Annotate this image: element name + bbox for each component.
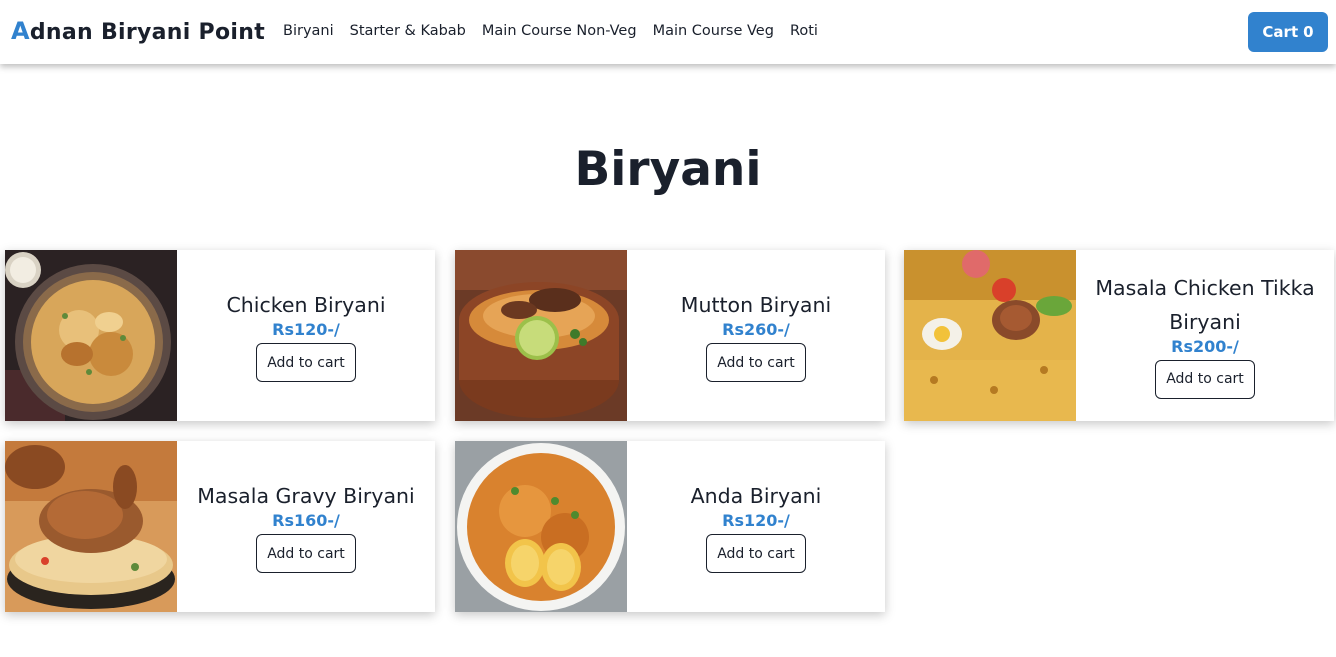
food-image bbox=[455, 250, 627, 421]
add-to-cart-button[interactable]: Add to cart bbox=[1155, 359, 1255, 399]
card-info: Mutton Biryani Rs260-/ Add to cart bbox=[627, 250, 885, 421]
brand-initial: A bbox=[11, 17, 30, 45]
food-image bbox=[904, 250, 1076, 421]
item-name: Masala Gravy Biryani bbox=[197, 483, 415, 508]
add-to-cart-button[interactable]: Add to cart bbox=[256, 534, 356, 574]
food-image bbox=[5, 441, 177, 612]
cart-label: Cart bbox=[1262, 23, 1299, 41]
section-title: Biryani bbox=[574, 142, 762, 197]
add-to-cart-button[interactable]: Add to cart bbox=[256, 343, 356, 383]
card-info: Chicken Biryani Rs120-/ Add to cart bbox=[177, 250, 435, 421]
item-name: Anda Biryani bbox=[690, 483, 822, 508]
nav-link-main-course-non-veg[interactable]: Main Course Non-Veg bbox=[482, 23, 637, 39]
nav-link-biryani[interactable]: Biryani bbox=[283, 23, 334, 39]
cart-button[interactable]: Cart 0 bbox=[1248, 12, 1328, 52]
navbar: Adnan Biryani Point Biryani Starter & Ka… bbox=[0, 0, 1336, 64]
item-name: Chicken Biryani bbox=[226, 292, 386, 317]
menu-card: Chicken Biryani Rs120-/ Add to cart bbox=[5, 250, 435, 421]
item-price: Rs160-/ bbox=[272, 511, 340, 531]
item-name: Mutton Biryani bbox=[680, 292, 832, 317]
nav-link-starter-kabab[interactable]: Starter & Kabab bbox=[350, 23, 466, 39]
item-name: Masala Chicken Tikka Biryani bbox=[1095, 276, 1315, 334]
item-price: Rs200-/ bbox=[1171, 336, 1239, 356]
item-price: Rs260-/ bbox=[722, 320, 790, 340]
brand-logo[interactable]: Adnan Biryani Point bbox=[11, 17, 265, 45]
cart-count: 0 bbox=[1303, 23, 1314, 41]
menu-card: Masala Chicken Tikka Biryani Rs200-/ Add… bbox=[904, 250, 1334, 421]
menu-card: Masala Gravy Biryani Rs160-/ Add to cart bbox=[5, 441, 435, 612]
card-info: Masala Gravy Biryani Rs160-/ Add to cart bbox=[177, 441, 435, 612]
card-info: Masala Chicken Tikka Biryani Rs200-/ Add… bbox=[1076, 250, 1334, 421]
food-image bbox=[5, 250, 177, 421]
add-to-cart-button[interactable]: Add to cart bbox=[706, 534, 806, 574]
brand-name: dnan Biryani Point bbox=[29, 20, 266, 45]
item-price: Rs120-/ bbox=[722, 511, 790, 531]
nav-link-roti[interactable]: Roti bbox=[790, 23, 818, 39]
menu-card: Anda Biryani Rs120-/ Add to cart bbox=[455, 441, 885, 612]
food-image bbox=[455, 441, 627, 612]
item-price: Rs120-/ bbox=[272, 320, 340, 340]
nav-links: Biryani Starter & Kabab Main Course Non-… bbox=[283, 23, 834, 39]
menu-card: Mutton Biryani Rs260-/ Add to cart bbox=[455, 250, 885, 421]
add-to-cart-button[interactable]: Add to cart bbox=[706, 343, 806, 383]
nav-link-main-course-veg[interactable]: Main Course Veg bbox=[653, 23, 774, 39]
card-info: Anda Biryani Rs120-/ Add to cart bbox=[627, 441, 885, 612]
